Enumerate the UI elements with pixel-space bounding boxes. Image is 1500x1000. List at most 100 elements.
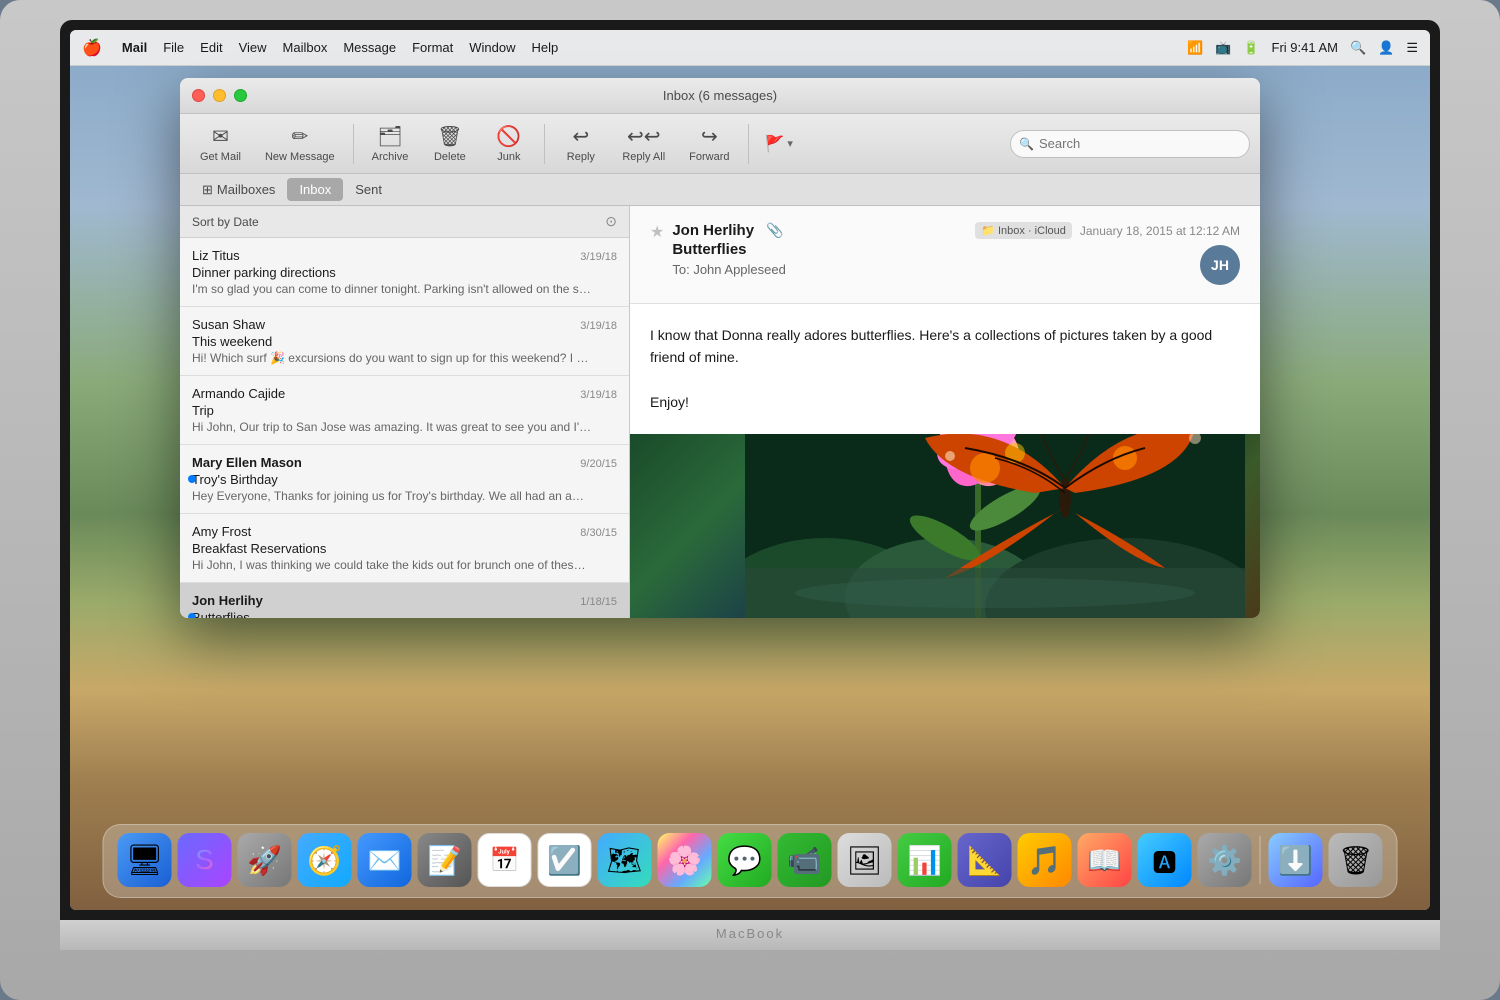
menu-edit[interactable]: Edit: [200, 40, 222, 55]
dock-icon-launchpad[interactable]: 🚀: [238, 833, 292, 887]
toolbar-separator-2: [544, 124, 545, 164]
mailboxes-tab[interactable]: ⊞ Mailboxes: [190, 178, 287, 202]
avatar: JH: [1200, 245, 1240, 285]
message-list: Sort by Date ⊙ Liz Titus 3/19/18: [180, 206, 630, 618]
forward-label: Forward: [689, 151, 729, 163]
dock-icon-finder[interactable]: 🖥: [118, 833, 172, 887]
delete-icon: 🗑: [437, 124, 462, 149]
sort-bar: Sort by Date ⊙: [180, 206, 629, 238]
detail-subject: Butterflies: [672, 241, 786, 258]
launchpad-icon: 🚀: [247, 844, 282, 877]
menu-help[interactable]: Help: [532, 40, 559, 55]
dock-icon-facetime[interactable]: 📹: [778, 833, 832, 887]
close-button[interactable]: [192, 89, 205, 102]
window-titlebar: Inbox (6 messages): [180, 78, 1260, 114]
user-icon[interactable]: 👤: [1378, 40, 1394, 56]
toolbar-search: 🔍: [1010, 130, 1250, 158]
dock-icon-siri[interactable]: S: [178, 833, 232, 887]
list-item[interactable]: Mary Ellen Mason 9/20/15 Troy's Birthday…: [180, 445, 629, 514]
dock-icon-music[interactable]: 🎵: [1018, 833, 1072, 887]
menu-message[interactable]: Message: [343, 40, 396, 55]
wifi-icon: 📶: [1187, 40, 1203, 56]
dock-icon-keynote[interactable]: 📐: [958, 833, 1012, 887]
dock-icon-numbers[interactable]: 📊: [898, 833, 952, 887]
dock-icon-messages[interactable]: 💬: [718, 833, 772, 887]
get-mail-button[interactable]: ✉ Get Mail: [190, 120, 251, 167]
menu-mailbox[interactable]: Mailbox: [283, 40, 328, 55]
numbers-icon: 📊: [907, 844, 942, 877]
list-item[interactable]: Susan Shaw 3/19/18 This weekend Hi! Whic…: [180, 307, 629, 376]
dock-icon-appstore[interactable]: 🅰: [1138, 833, 1192, 887]
search-input[interactable]: [1010, 130, 1250, 158]
dock-icon-notes2[interactable]: 📝: [418, 833, 472, 887]
delete-button[interactable]: 🗑 Delete: [422, 120, 477, 167]
toolbar-separator-3: [748, 124, 749, 164]
forward-button[interactable]: ↪ Forward: [679, 120, 739, 167]
menu-format[interactable]: Format: [412, 40, 453, 55]
dock-icon-maps[interactable]: 🗺: [598, 833, 652, 887]
menu-window[interactable]: Window: [469, 40, 515, 55]
dock-icon-mail[interactable]: ✉️: [358, 833, 412, 887]
settings-icon: ⚙️: [1207, 844, 1242, 877]
new-message-label: New Message: [265, 151, 335, 163]
junk-icon: 🚫: [496, 124, 521, 149]
search-menubar-icon[interactable]: 🔍: [1350, 40, 1366, 56]
dock-icon-settings[interactable]: ⚙️: [1198, 833, 1252, 887]
sort-label[interactable]: Sort by Date: [192, 215, 259, 229]
list-item[interactable]: Amy Frost 8/30/15 Breakfast Reservations…: [180, 514, 629, 583]
reply-all-button[interactable]: ↩↩ Reply All: [612, 120, 675, 167]
dock-icon-reminders[interactable]: ☑️: [538, 833, 592, 887]
message-subject: Dinner parking directions: [192, 265, 617, 280]
detail-sender-info: Jon Herlihy 📎 Butterflies To: John Apple…: [672, 222, 786, 277]
detail-date: January 18, 2015 at 12:12 AM: [1080, 224, 1240, 238]
flag-button[interactable]: 🚩 ▾: [757, 130, 801, 158]
dock-icon-gallery[interactable]: 🖼: [838, 833, 892, 887]
message-preview: I'm so glad you can come to dinner tonig…: [192, 282, 592, 296]
apple-menu[interactable]: 🍎: [82, 38, 102, 58]
dock-icon-photos[interactable]: 🌸: [658, 833, 712, 887]
dock-icon-books[interactable]: 📖: [1078, 833, 1132, 887]
dock-icon-downloads[interactable]: ⬇️: [1269, 833, 1323, 887]
macbook-shell: 🍎 Mail File Edit View Mailbox Message Fo…: [0, 0, 1500, 1000]
inbox-tab[interactable]: Inbox: [287, 178, 343, 201]
flag-dropdown-icon[interactable]: ▾: [787, 137, 793, 150]
search-icon: 🔍: [1019, 137, 1034, 151]
menubar: 🍎 Mail File Edit View Mailbox Message Fo…: [70, 30, 1430, 66]
app-name[interactable]: Mail: [122, 40, 147, 55]
list-item[interactable]: Jon Herlihy 1/18/15 Butterflies I know t…: [180, 583, 629, 618]
list-icon[interactable]: ☰: [1406, 40, 1418, 56]
sort-filter-icon[interactable]: ⊙: [605, 213, 617, 230]
list-item[interactable]: Armando Cajide 3/19/18 Trip Hi John, Our…: [180, 376, 629, 445]
message-subject: This weekend: [192, 334, 617, 349]
dock-icon-trash[interactable]: 🗑: [1329, 833, 1383, 887]
list-item[interactable]: Liz Titus 3/19/18 Dinner parking directi…: [180, 238, 629, 307]
dock-icon-calendar[interactable]: 📅: [478, 833, 532, 887]
reply-button[interactable]: ↩ Reply: [553, 120, 608, 167]
facetime-icon: 📹: [787, 844, 822, 877]
sender-name: Mary Ellen Mason: [192, 455, 302, 470]
junk-button[interactable]: 🚫 Junk: [481, 120, 536, 167]
message-date: 8/30/15: [580, 527, 617, 539]
message-date: 3/19/18: [580, 320, 617, 332]
sent-tab[interactable]: Sent: [343, 178, 394, 201]
maximize-button[interactable]: [234, 89, 247, 102]
sender-name: Susan Shaw: [192, 317, 265, 332]
menu-view[interactable]: View: [239, 40, 267, 55]
minimize-button[interactable]: [213, 89, 226, 102]
finder-icon: 🖥: [125, 843, 163, 878]
sender-name: Liz Titus: [192, 248, 240, 263]
star-button[interactable]: ★: [650, 222, 664, 242]
butterfly-illustration: [745, 434, 1245, 618]
siri-icon: S: [195, 844, 214, 876]
messages-icon: 💬: [727, 844, 762, 877]
menu-file[interactable]: File: [163, 40, 184, 55]
new-message-button[interactable]: ✏ New Message: [255, 120, 345, 167]
archive-button[interactable]: 🗂 Archive: [362, 120, 419, 167]
detail-to: To: John Appleseed: [672, 262, 786, 277]
window-title: Inbox (6 messages): [663, 88, 777, 103]
menubar-right: 📶 📺 🔋 Fri 9:41 AM 🔍 👤 ☰: [1187, 40, 1418, 56]
menubar-left: 🍎 Mail File Edit View Mailbox Message Fo…: [82, 38, 558, 58]
forward-icon: ↪: [701, 124, 718, 149]
detail-sender-name: Jon Herlihy: [672, 222, 754, 239]
dock-icon-safari[interactable]: 🧭: [298, 833, 352, 887]
